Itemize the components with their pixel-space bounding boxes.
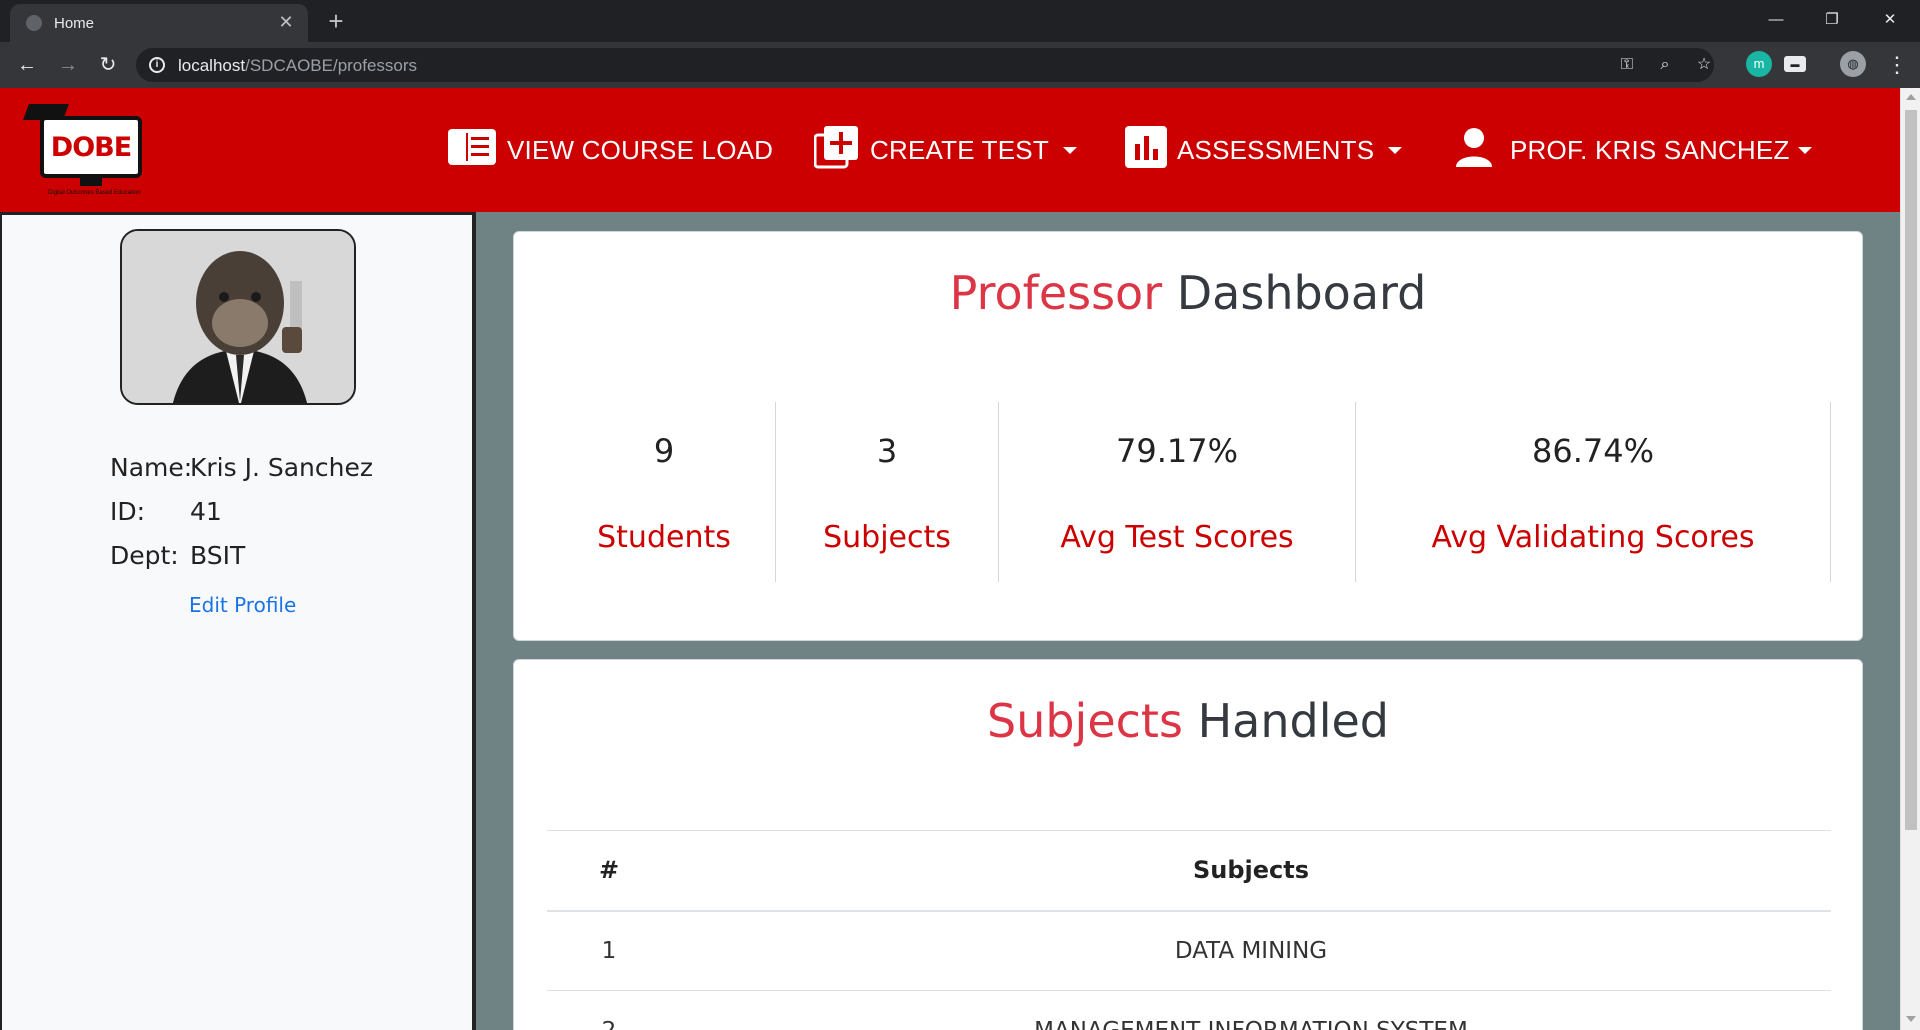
info-icon[interactable]: i: [149, 57, 165, 73]
stat-value: 3: [876, 432, 898, 470]
nav-label: VIEW COURSE LOAD: [507, 134, 774, 165]
title-rest: Dashboard: [1176, 266, 1427, 320]
row-subject: DATA MINING: [671, 910, 1831, 991]
extension-m-icon[interactable]: m: [1746, 51, 1772, 77]
id-label: ID:: [110, 497, 146, 526]
url-text: localhost/SDCAOBE/professors: [178, 56, 418, 75]
add-box-icon: [813, 124, 860, 177]
restore-button[interactable]: ❐: [1804, 2, 1860, 38]
logo-monitor: DOBE: [40, 116, 142, 178]
profile-name-row: Name:Kris J. Sanchez: [110, 453, 373, 482]
row-number: 1: [547, 910, 671, 991]
profile-avatar-icon[interactable]: ◍: [1840, 51, 1866, 77]
column-header-number: #: [547, 830, 671, 912]
stat-label: Subjects: [823, 520, 951, 555]
table-header-row: # Subjects: [547, 830, 1831, 912]
user-icon: [1454, 127, 1494, 174]
chevron-down-icon: [1797, 146, 1812, 154]
dept-label: Dept:: [110, 541, 179, 570]
name-label: Name:: [110, 453, 193, 482]
top-navbar: DOBE Digital Outcomes Based Education VI…: [0, 88, 1900, 212]
scroll-up-arrow-icon[interactable]: [1906, 94, 1916, 100]
nav-label: CREATE TEST: [870, 134, 1049, 165]
nav-assessments[interactable]: ASSESSMENTS: [1125, 88, 1403, 212]
dobe-logo[interactable]: DOBE Digital Outcomes Based Education: [23, 100, 144, 200]
page-scrollbar[interactable]: [1900, 88, 1920, 1030]
minimize-button[interactable]: —: [1748, 2, 1804, 38]
nav-user-menu[interactable]: PROF. KRIS SANCHEZ: [1454, 88, 1812, 212]
close-tab-icon[interactable]: ✕: [274, 10, 298, 34]
reload-icon[interactable]: ↻: [94, 51, 122, 79]
stat-subjects[interactable]: 3 Subjects: [776, 402, 998, 582]
globe-icon: [26, 15, 42, 31]
course-load-icon: [447, 128, 497, 173]
browser-tabstrip: Home ✕ + — ❐ ✕: [0, 0, 1920, 42]
star-icon[interactable]: ☆: [1693, 54, 1715, 76]
table-row[interactable]: 2 MANAGEMENT INFORMATION SYSTEM: [547, 990, 1831, 1030]
new-tab-button[interactable]: +: [322, 7, 350, 35]
page-title: Professor Dashboard: [514, 266, 1862, 320]
browser-menu-icon[interactable]: ⋮: [1886, 51, 1908, 79]
stat-students[interactable]: 9 Students: [547, 402, 781, 582]
section-title: Subjects Handled: [514, 694, 1862, 748]
edit-profile-link[interactable]: Edit Profile: [189, 593, 296, 617]
logo-text: DOBE: [50, 132, 132, 163]
row-subject: MANAGEMENT INFORMATION SYSTEM: [671, 990, 1831, 1030]
stat-avg-validating-scores[interactable]: 86.74% Avg Validating Scores: [1356, 402, 1830, 582]
avatar: [120, 229, 356, 405]
stat-value: 79.17%: [1115, 432, 1238, 470]
nav-label: PROF. KRIS SANCHEZ: [1510, 134, 1790, 165]
stat-label: Students: [597, 520, 731, 555]
chevron-down-icon: [1062, 146, 1077, 154]
address-bar[interactable]: i localhost/SDCAOBE/professors ⚿ ⌕ ☆: [136, 48, 1714, 82]
table-row[interactable]: 1 DATA MINING: [547, 910, 1831, 991]
logo-tagline: Digital Outcomes Based Education: [48, 190, 141, 196]
forward-arrow-icon[interactable]: →: [54, 51, 82, 79]
zoom-icon[interactable]: ⌕: [1654, 54, 1676, 76]
nav-view-course-load[interactable]: VIEW COURSE LOAD: [447, 88, 773, 212]
subjects-panel: Subjects Handled # Subjects 1 DATA MININ…: [513, 659, 1863, 1030]
name-value: Kris J. Sanchez: [190, 453, 373, 482]
tab-title: Home: [54, 15, 95, 32]
extension-card-icon[interactable]: ▬: [1784, 56, 1806, 72]
scroll-down-arrow-icon[interactable]: [1906, 1016, 1916, 1022]
browser-tab[interactable]: Home ✕: [10, 4, 308, 42]
back-arrow-icon[interactable]: ←: [13, 51, 41, 79]
page-viewport: DOBE Digital Outcomes Based Education VI…: [0, 88, 1920, 1030]
stat-label: Avg Validating Scores: [1431, 520, 1755, 555]
title-rest: Handled: [1197, 694, 1389, 748]
stat-avg-test-scores[interactable]: 79.17% Avg Test Scores: [999, 402, 1355, 582]
title-accent: Subjects: [987, 694, 1183, 748]
stat-label: Avg Test Scores: [1060, 520, 1294, 555]
profile-dept-row: Dept: BSIT: [110, 541, 245, 570]
browser-toolbar: ← → ↻ i localhost/SDCAOBE/professors ⚿ ⌕…: [0, 42, 1920, 88]
key-icon[interactable]: ⚿: [1616, 54, 1638, 76]
bar-chart-icon: [1125, 125, 1167, 175]
profile-sidebar: Name:Kris J. Sanchez ID: 41 Dept: BSIT Edi…: [0, 212, 476, 1030]
subjects-table: # Subjects 1 DATA MINING 2 MANAGEMENT IN…: [547, 830, 1831, 1030]
column-header-subjects: Subjects: [671, 830, 1831, 912]
title-accent: Professor: [949, 266, 1163, 320]
row-number: 2: [547, 990, 671, 1030]
scrollbar-thumb[interactable]: [1905, 110, 1917, 830]
divider: [1830, 402, 1831, 582]
chevron-down-icon: [1388, 146, 1403, 154]
dept-value: BSIT: [190, 541, 246, 570]
close-window-button[interactable]: ✕: [1862, 2, 1918, 38]
nav-create-test[interactable]: CREATE TEST: [813, 88, 1077, 212]
id-value: 41: [190, 497, 222, 526]
nav-label: ASSESSMENTS: [1177, 134, 1375, 165]
stat-value: 86.74%: [1531, 432, 1654, 470]
stat-value: 9: [653, 432, 675, 470]
profile-id-row: ID: 41: [110, 497, 222, 526]
dashboard-panel: Professor Dashboard 9 Students 3 Subject…: [513, 231, 1863, 641]
logo-monitor-stand: [80, 178, 102, 186]
